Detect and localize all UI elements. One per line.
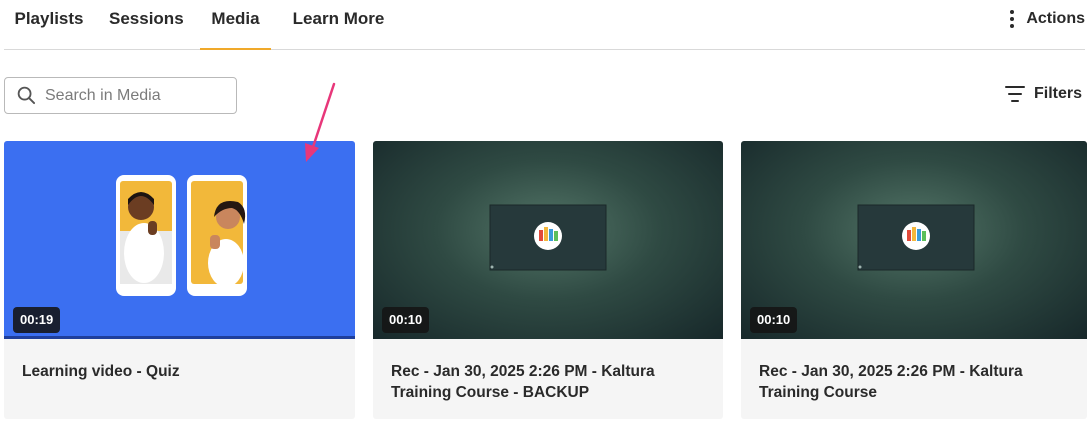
media-title[interactable]: Rec - Jan 30, 2025 2:26 PM - Kaltura Tra… bbox=[391, 361, 709, 403]
top-tabs: Playlists Sessions Media Learn More Acti… bbox=[4, 0, 1085, 50]
search-box[interactable] bbox=[4, 77, 237, 114]
duration-badge: 00:10 bbox=[750, 307, 798, 333]
tab-media[interactable]: Media bbox=[200, 0, 271, 50]
more-vertical-icon bbox=[1010, 10, 1015, 28]
media-thumbnail[interactable]: 00:10 bbox=[373, 141, 723, 339]
media-thumbnail[interactable]: 00:19 bbox=[4, 141, 355, 339]
media-title[interactable]: Rec - Jan 30, 2025 2:26 PM - Kaltura Tra… bbox=[759, 361, 1077, 403]
filter-lines-icon bbox=[1004, 86, 1025, 102]
media-card[interactable]: 00:10 Rec - Jan 30, 2025 2:26 PM - Kaltu… bbox=[741, 141, 1087, 419]
media-title[interactable]: Learning video - Quiz bbox=[22, 361, 340, 382]
progress-line bbox=[4, 336, 355, 339]
actions-button[interactable]: Actions bbox=[1010, 0, 1085, 38]
search-icon bbox=[17, 86, 36, 105]
tab-learn-more[interactable]: Learn More bbox=[289, 0, 388, 50]
media-card[interactable]: 00:19 Learning video - Quiz bbox=[4, 141, 355, 419]
media-card[interactable]: 00:10 Rec - Jan 30, 2025 2:26 PM - Kaltu… bbox=[373, 141, 723, 419]
filters-button[interactable]: Filters bbox=[1004, 85, 1082, 103]
filters-label: Filters bbox=[1033, 85, 1082, 102]
tab-playlists[interactable]: Playlists bbox=[14, 0, 84, 50]
tab-sessions[interactable]: Sessions bbox=[109, 0, 184, 50]
actions-label: Actions bbox=[1026, 10, 1085, 27]
duration-badge: 00:19 bbox=[13, 307, 61, 333]
duration-badge: 00:10 bbox=[382, 307, 430, 333]
search-input[interactable] bbox=[45, 86, 225, 105]
media-thumbnail[interactable]: 00:10 bbox=[741, 141, 1087, 339]
